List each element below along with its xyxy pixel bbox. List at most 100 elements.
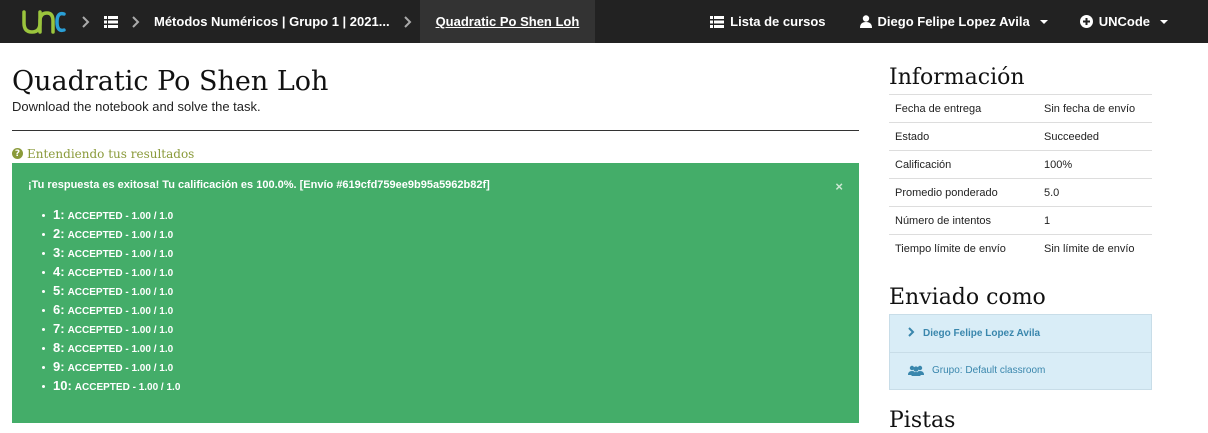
divider bbox=[12, 129, 859, 131]
bullet-icon bbox=[42, 213, 45, 217]
bullet-icon bbox=[42, 289, 45, 293]
list-item: 2: ACCEPTED - 1.00 / 1.0 bbox=[42, 226, 843, 245]
info-label: Calificación bbox=[889, 150, 1038, 179]
table-row: Fecha de entrega Sin fecha de envío bbox=[889, 94, 1152, 123]
submitter-group-name: Grupo: Default classroom bbox=[932, 365, 1046, 376]
user-menu[interactable]: Diego Felipe Lopez Avila bbox=[842, 14, 1064, 29]
table-row: Tiempo límite de envío Sin límite de enví… bbox=[889, 234, 1152, 263]
info-label: Tiempo límite de envío bbox=[889, 234, 1038, 263]
test-status: ACCEPTED - 1.00 / 1.0 bbox=[67, 210, 174, 222]
info-label: Fecha de entrega bbox=[889, 94, 1038, 123]
info-label: Promedio ponderado bbox=[889, 178, 1038, 207]
test-number: 1: bbox=[53, 206, 65, 222]
table-row: Calificación 100% bbox=[889, 150, 1152, 179]
test-results-list: 1: ACCEPTED - 1.00 / 1.0 2: ACCEPTED - 1.0… bbox=[28, 207, 843, 397]
test-number: 2: bbox=[53, 225, 65, 241]
user-name: Diego Felipe Lopez Avila bbox=[877, 14, 1030, 29]
test-status: ACCEPTED - 1.00 / 1.0 bbox=[67, 248, 174, 260]
list-item: 10: ACCEPTED - 1.00 / 1.0 bbox=[42, 378, 843, 397]
test-status: ACCEPTED - 1.00 / 1.0 bbox=[74, 381, 181, 393]
bullet-icon bbox=[42, 365, 45, 369]
understanding-results-link[interactable]: ? Entendiendo tus resultados bbox=[12, 147, 859, 161]
question-circle-icon: ? bbox=[12, 148, 23, 160]
breadcrumb-task[interactable]: Quadratic Po Shen Loh bbox=[419, 0, 596, 43]
chevron-right-icon bbox=[74, 0, 98, 43]
sidebar: Información Fecha de entrega Sin fecha de… bbox=[889, 43, 1152, 433]
close-icon[interactable]: × bbox=[835, 179, 843, 194]
test-number: 7: bbox=[53, 320, 65, 336]
info-title: Información bbox=[889, 65, 1025, 90]
info-value: 100% bbox=[1038, 150, 1152, 179]
list-item: 5: ACCEPTED - 1.00 / 1.0 bbox=[42, 283, 843, 302]
test-number: 9: bbox=[53, 358, 65, 374]
table-row: Número de intentos 1 bbox=[889, 206, 1152, 235]
user-icon bbox=[859, 15, 872, 28]
test-number: 4: bbox=[53, 263, 65, 279]
test-status: ACCEPTED - 1.00 / 1.0 bbox=[67, 362, 174, 374]
submitter-user-name: Diego Felipe Lopez Avila bbox=[923, 327, 1041, 339]
submitter-group-link[interactable]: Grupo: Default classroom bbox=[890, 351, 1151, 389]
brand-label: UNCode bbox=[1098, 14, 1150, 29]
list-icon bbox=[710, 15, 725, 28]
test-number: 8: bbox=[53, 339, 65, 355]
list-item: 1: ACCEPTED - 1.00 / 1.0 bbox=[42, 207, 843, 226]
bullet-icon bbox=[42, 232, 45, 236]
course-list-label: Lista de cursos bbox=[730, 14, 826, 29]
chevron-right-icon bbox=[908, 326, 915, 340]
info-label: Estado bbox=[889, 122, 1038, 151]
unc-logo[interactable] bbox=[14, 0, 74, 43]
understanding-results-label: Entendiendo tus resultados bbox=[27, 146, 195, 161]
chevron-right-icon bbox=[124, 0, 148, 43]
test-number: 3: bbox=[53, 244, 65, 260]
sent-as-title: Enviado como bbox=[889, 284, 1046, 310]
info-value: 5.0 bbox=[1038, 178, 1152, 207]
info-value: Sin fecha de envío bbox=[1038, 94, 1152, 123]
plus-circle-icon bbox=[1079, 15, 1093, 28]
list-item: 6: ACCEPTED - 1.00 / 1.0 bbox=[42, 302, 843, 321]
bullet-icon bbox=[42, 308, 45, 312]
sent-as-list: Diego Felipe Lopez Avila Grupo: Default … bbox=[889, 313, 1152, 390]
top-navbar: Métodos Numéricos | Grupo 1 | 2021... Qu… bbox=[0, 0, 1208, 43]
info-value: Succeeded bbox=[1038, 122, 1152, 151]
info-label: Número de intentos bbox=[889, 206, 1038, 235]
brand-menu[interactable]: UNCode bbox=[1064, 14, 1208, 29]
test-number: 6: bbox=[53, 301, 65, 317]
task-description: Download the notebook and solve the task… bbox=[12, 98, 261, 114]
test-number: 5: bbox=[53, 282, 65, 298]
caret-down-icon bbox=[1160, 19, 1168, 24]
caret-down-icon bbox=[1039, 19, 1048, 24]
main-content: Quadratic Po Shen Loh Download the noteb… bbox=[12, 43, 859, 423]
users-icon bbox=[908, 365, 924, 376]
course-list-icon[interactable] bbox=[98, 0, 124, 43]
test-status: ACCEPTED - 1.00 / 1.0 bbox=[67, 267, 174, 279]
table-row: Promedio ponderado 5.0 bbox=[889, 178, 1152, 207]
list-item: 4: ACCEPTED - 1.00 / 1.0 bbox=[42, 264, 843, 283]
test-status: ACCEPTED - 1.00 / 1.0 bbox=[67, 229, 174, 241]
list-item: 9: ACCEPTED - 1.00 / 1.0 bbox=[42, 359, 843, 378]
test-status: ACCEPTED - 1.00 / 1.0 bbox=[67, 305, 174, 317]
test-number: 10: bbox=[53, 377, 72, 393]
chevron-right-icon bbox=[396, 0, 420, 43]
success-alert: ¡Tu respuesta es exitosa! Tu calificació… bbox=[12, 162, 859, 423]
unc-logo-icon bbox=[22, 9, 66, 34]
info-value: Sin límite de envío bbox=[1038, 234, 1152, 263]
bullet-icon bbox=[42, 384, 45, 388]
list-item: 7: ACCEPTED - 1.00 / 1.0 bbox=[42, 321, 843, 340]
test-status: ACCEPTED - 1.00 / 1.0 bbox=[67, 286, 174, 298]
alert-message: ¡Tu respuesta es exitosa! Tu calificació… bbox=[28, 178, 490, 191]
test-status: ACCEPTED - 1.00 / 1.0 bbox=[67, 324, 174, 336]
bullet-icon bbox=[42, 327, 45, 331]
course-list-link[interactable]: Lista de cursos bbox=[694, 14, 841, 29]
submitter-user-link[interactable]: Diego Felipe Lopez Avila bbox=[890, 314, 1151, 352]
test-status: ACCEPTED - 1.00 / 1.0 bbox=[67, 343, 174, 355]
bullet-icon bbox=[42, 251, 45, 255]
table-row: Estado Succeeded bbox=[889, 122, 1152, 151]
list-item: 3: ACCEPTED - 1.00 / 1.0 bbox=[42, 245, 843, 264]
page-title: Quadratic Po Shen Loh bbox=[12, 66, 329, 97]
list-item: 8: ACCEPTED - 1.00 / 1.0 bbox=[42, 340, 843, 359]
info-table: Fecha de entrega Sin fecha de envío Estad… bbox=[889, 94, 1152, 263]
bullet-icon bbox=[42, 346, 45, 350]
breadcrumb-course[interactable]: Métodos Numéricos | Grupo 1 | 2021... bbox=[148, 0, 396, 43]
info-value: 1 bbox=[1038, 206, 1152, 235]
bullet-icon bbox=[42, 270, 45, 274]
